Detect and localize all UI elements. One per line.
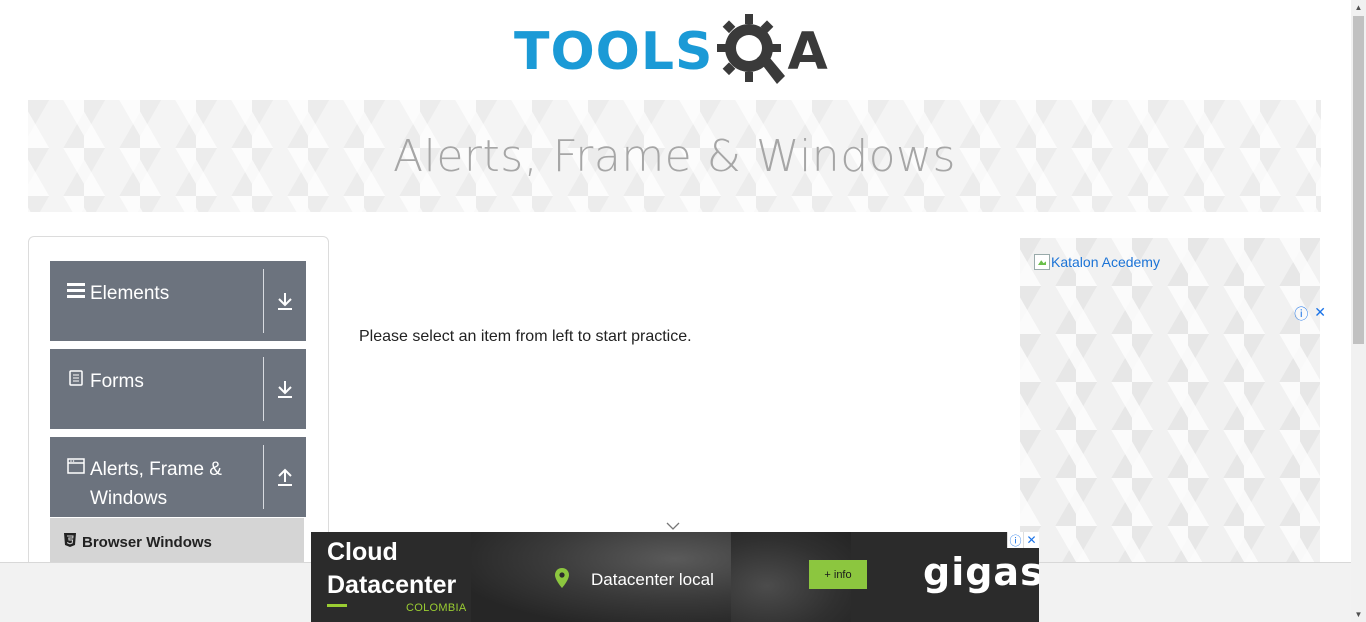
bottom-banner-ad[interactable]: Cloud Datacenter COLOMBIA Datacenter loc…	[311, 532, 1039, 622]
ad-image-alt-text: Katalon Acedemy	[1051, 254, 1160, 270]
upload-arrow-icon[interactable]	[264, 437, 306, 517]
ad-info-button[interactable]: + info	[809, 560, 867, 589]
group-label-line2: Windows	[90, 488, 168, 509]
group-header[interactable]: Elements	[50, 261, 263, 341]
page-banner: Alerts, Frame & Windows	[28, 100, 1321, 212]
html5-icon	[64, 532, 76, 552]
scroll-down-arrow-icon[interactable]: ▼	[1351, 607, 1366, 622]
vertical-scrollbar[interactable]: ▲ ▼	[1351, 0, 1366, 622]
page-title: Alerts, Frame & Windows	[393, 130, 956, 182]
ad-info-icon[interactable]: ⓘ	[1294, 304, 1308, 324]
ad-headline-line1: Cloud	[327, 538, 398, 566]
group-label: Alerts, Frame & Windows	[90, 455, 222, 513]
instruction-text: Please select an item from left to start…	[359, 328, 692, 345]
ad-close-icon[interactable]: ✕	[1023, 532, 1039, 548]
ad-headline-line2: Datacenter	[327, 571, 457, 599]
download-arrow-icon[interactable]	[264, 349, 306, 429]
logo-text-a: A	[787, 22, 829, 82]
document-icon	[66, 367, 86, 389]
sidebar-item-label: Browser Windows	[82, 533, 212, 551]
scroll-thumb[interactable]	[1353, 16, 1364, 344]
group-label: Elements	[90, 283, 170, 304]
sidebar-group-elements[interactable]: Elements	[50, 261, 306, 341]
group-label: Forms	[90, 371, 144, 392]
toolsqa-logo[interactable]: TOOLS A	[514, 12, 829, 93]
sidebar-item-browser-windows[interactable]: Browser Windows	[50, 518, 304, 566]
group-label-line1: Alerts, Frame &	[90, 459, 222, 480]
ad-corner-controls: ⓘ ✕	[1007, 532, 1039, 548]
ad-location-text: Datacenter local	[591, 570, 714, 589]
window-icon	[66, 455, 86, 477]
menu-icon	[66, 279, 86, 301]
broken-image-icon	[1034, 254, 1050, 270]
download-arrow-icon[interactable]	[264, 261, 306, 341]
sidebar-group-forms[interactable]: Forms	[50, 349, 306, 429]
ad-controls: ⓘ ✕	[1294, 304, 1326, 324]
page: TOOLS A Alerts, Frame & Windows Elements…	[0, 0, 1366, 622]
ad-headline: Cloud Datacenter	[327, 536, 456, 602]
sidebar-ad[interactable]: Katalon Acedemy ⓘ ✕	[1020, 238, 1326, 568]
scroll-up-arrow-icon[interactable]: ▲	[1351, 0, 1366, 15]
group-header[interactable]: Forms	[50, 349, 263, 429]
ad-brand-logo: gigas	[923, 550, 1039, 594]
ad-country: COLOMBIA	[406, 602, 467, 614]
ad-accent-line	[327, 604, 347, 607]
ad-close-icon[interactable]: ✕	[1314, 304, 1326, 324]
group-header[interactable]: Alerts, Frame & Windows	[50, 437, 263, 517]
gear-magnifier-icon	[717, 12, 787, 93]
location-pin-icon	[555, 568, 569, 593]
ad-info-icon[interactable]: ⓘ	[1007, 532, 1023, 548]
ad-image-link[interactable]: Katalon Acedemy	[1034, 254, 1160, 270]
logo-text-tools: TOOLS	[514, 22, 714, 82]
sidebar-group-alerts-frame-windows[interactable]: Alerts, Frame & Windows	[50, 437, 306, 517]
